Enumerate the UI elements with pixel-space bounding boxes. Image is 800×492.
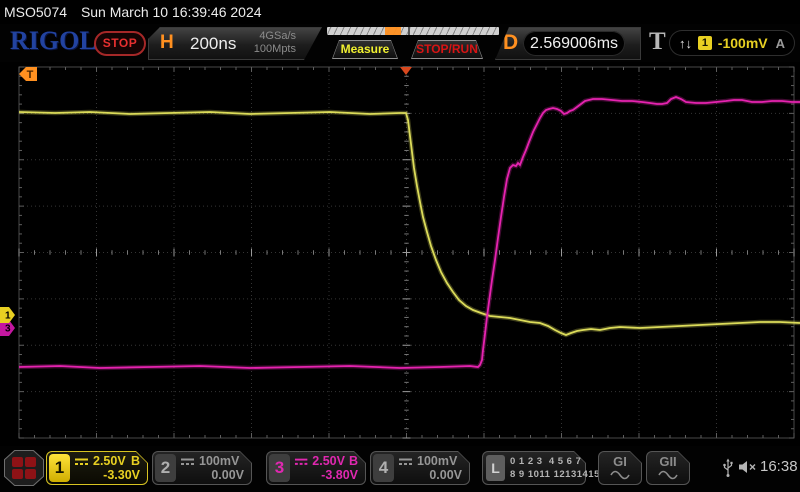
trigger-source-badge: 1 [698,36,712,50]
dc-coupling-icon [294,457,308,466]
rigol-logo: RIGOL [10,26,97,56]
generator-1-label: GI [598,454,642,469]
sine-wave-icon [610,470,630,480]
trigger-slope-icon: ↑↓ [679,36,692,51]
dc-coupling-icon [74,457,89,466]
logic-label: L [486,455,505,481]
memory-depth: 100Mpts [254,43,296,56]
overview-window-indicator [385,27,400,35]
logic-row-2: 8 9 1011 12131415 [510,469,600,480]
ch1-trace-glow [19,112,800,335]
logic-row-1: 0 1 2 3 4 5 6 7 [510,456,581,467]
model-name: MSO5074 [4,4,67,20]
datetime-label: Sun March 10 16:39:46 2024 [81,4,262,20]
dc-coupling-icon [180,457,195,466]
trigger-panel[interactable]: T ↑↓ 1 -100mV A [645,27,797,60]
horizontal-icon: H [160,32,174,54]
channel-3-bandwidth: B [349,454,358,468]
status-bar: MSO5074 Sun March 10 16:39:46 2024 [0,0,800,24]
channel-2-info: 100mV 0.00V [180,453,244,483]
header-toolbar: RIGOL STOP H 200ns 4GSa/s 100Mpts Measur… [0,24,800,62]
acquisition-info: 4GSa/s 100Mpts [254,30,296,56]
svg-text:1: 1 [5,311,11,322]
trigger-mode: A [776,36,785,51]
overview-trigger-pointer [408,27,410,35]
trigger-position-marker[interactable] [400,67,412,75]
channel-4-info: 100mV 0.00V [398,453,462,483]
waveform-display[interactable]: T 3 1 [0,62,800,446]
channel-2-offset: 0.00V [180,468,244,482]
sample-rate: 4GSa/s [254,30,296,43]
channel-1-scale: 2.50V [93,454,126,468]
channel-3-scale: 2.50V [312,454,345,468]
channel-1-bandwidth: B [131,454,140,468]
speaker-muted-icon [738,460,758,474]
svg-text:3: 3 [5,324,11,335]
trigger-icon: T [649,28,666,56]
run-state-indicator[interactable]: STOP [94,31,146,56]
channel-4-number: 4 [373,454,394,482]
sine-wave-icon [658,470,678,480]
generator-2-label: GII [646,454,690,469]
bottom-channel-bar: 1 2.50V B -3.30V 2 100mV 0.00V 3 [0,446,800,492]
horizontal-panel[interactable]: H 200ns 4GSa/s 100Mpts [148,27,322,60]
generator-2-button[interactable]: GII [646,451,690,485]
channel-3-offset: -3.80V [294,468,358,482]
timebase-value: 200ns [190,34,236,54]
menu-button[interactable] [4,450,44,486]
clock-label[interactable]: 16:38 [760,458,798,475]
delay-icon: D [503,31,518,55]
trigger-settings-box: ↑↓ 1 -100mV A [669,30,795,56]
channel-1-number: 1 [49,454,70,482]
dc-coupling-icon [398,457,413,466]
channel-1-button[interactable]: 1 2.50V B -3.30V [46,451,148,485]
delay-panel[interactable]: D 2.569006ms [495,27,641,60]
waveform-overview-bar[interactable] [327,27,499,35]
logic-channel-numbers: 0 1 2 3 4 5 6 7 8 9 1011 12131415 [510,455,600,481]
channel-3-button[interactable]: 3 2.50V B -3.80V [266,451,366,485]
channel-2-number: 2 [155,454,176,482]
channel-1-info: 2.50V B -3.30V [74,453,140,483]
scope-grid-and-traces[interactable]: T 3 1 [0,62,800,446]
svg-text:T: T [27,69,34,81]
channel-3-number: 3 [269,454,290,482]
usb-icon [722,458,734,478]
trigger-level-value: -100mV [718,35,768,51]
measure-label: Measure [332,40,398,59]
channel-4-scale: 100mV [417,454,457,468]
stop-run-label: STOP/RUN [411,40,483,59]
generator-1-button[interactable]: GI [598,451,642,485]
channel-4-button[interactable]: 4 100mV 0.00V [370,451,470,485]
channel-3-info: 2.50V B -3.80V [294,453,358,483]
channel-2-button[interactable]: 2 100mV 0.00V [152,451,252,485]
delay-value-box: 2.569006ms [523,31,625,56]
menu-grid-icon [12,457,36,479]
channel-2-scale: 100mV [199,454,239,468]
stop-run-button[interactable]: STOP/RUN [411,40,483,59]
logic-channels-button[interactable]: L 0 1 2 3 4 5 6 7 8 9 1011 12131415 [482,451,586,485]
channel-4-offset: 0.00V [398,468,462,482]
channel-1-offset: -3.30V [74,468,140,482]
measure-button[interactable]: Measure [332,40,398,59]
delay-value: 2.569006ms [530,35,618,53]
